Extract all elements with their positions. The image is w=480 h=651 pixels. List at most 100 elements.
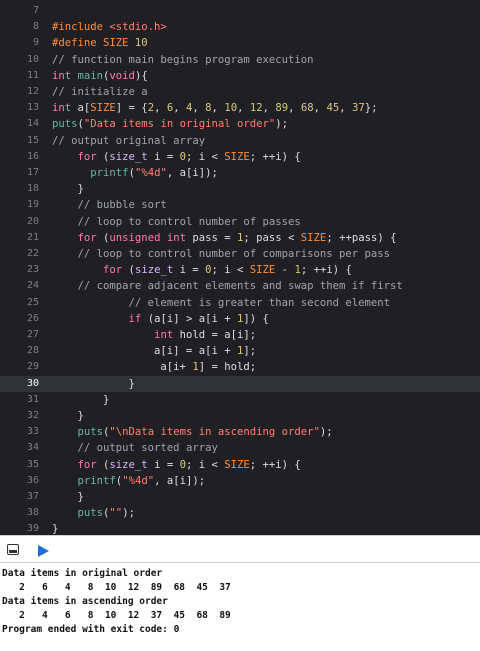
code-line[interactable]: 11 int main(void){ — [0, 68, 480, 84]
code-token: void — [109, 69, 135, 82]
code-text: a[i] = a[i + 1]; — [52, 343, 256, 359]
code-token: puts — [77, 426, 104, 439]
code-text: } — [52, 521, 58, 535]
line-number: 28 — [26, 345, 39, 357]
code-line[interactable]: 10 // function main begins program execut… — [0, 52, 480, 68]
code-line[interactable]: 14 puts("Data items in original order"); — [0, 116, 480, 132]
code-token: // initialize a — [52, 86, 148, 98]
code-token: ; ++i) { — [249, 150, 301, 163]
line-number: 20 — [26, 215, 39, 227]
code-line[interactable]: 28 a[i] = a[i + 1]; — [0, 343, 480, 359]
line-number: 8 — [32, 21, 39, 33]
code-line[interactable]: 27 int hold = a[i]; — [0, 327, 480, 343]
code-token: , — [154, 102, 167, 115]
line-number: 9 — [32, 37, 39, 49]
code-token: } — [52, 377, 135, 390]
code-line[interactable]: 34 // output sorted array — [0, 440, 480, 456]
code-token: i = — [154, 150, 180, 163]
code-line[interactable]: 20 // loop to control number of passes — [0, 214, 480, 230]
code-line[interactable]: 26 if (a[i] > a[i + 1]) { — [0, 311, 480, 327]
code-token: 10 — [134, 37, 148, 50]
code-line[interactable]: 16 for (size_t i = 0; i < SIZE; ++i) { — [0, 149, 480, 165]
code-token: for — [77, 231, 104, 244]
code-line[interactable]: 35 for (size_t i = 0; i < SIZE; ++i) { — [0, 457, 480, 473]
code-token: hold = a[i]; — [179, 329, 257, 341]
code-token: }; — [364, 102, 378, 115]
code-line[interactable]: 9 #define SIZE 10 — [0, 35, 480, 51]
code-line[interactable]: 36 printf("%4d", a[i]); — [0, 473, 480, 489]
code-editor[interactable]: 7 8 #include <stdio.h> 9 #define SIZE 10 10//… — [0, 0, 480, 535]
code-line[interactable]: 21 for (unsigned int pass = 1; pass < SI… — [0, 230, 480, 246]
code-token: // loop to control number of passes — [77, 215, 301, 228]
code-line[interactable]: 38 puts(""); — [0, 505, 480, 521]
code-line[interactable]: 19 // bubble sort — [0, 197, 480, 213]
code-line[interactable]: 22 // loop to control number of comparis… — [0, 246, 480, 262]
code-token: 37 — [351, 102, 365, 115]
code-token: ] = hold; — [198, 361, 257, 374]
line-number: 36 — [26, 474, 39, 486]
code-text: for (unsigned int pass = 1; pass < SIZE;… — [52, 230, 397, 246]
code-token: int — [52, 102, 78, 115]
code-line[interactable]: 7 — [0, 3, 480, 19]
code-token: , a[i]); — [166, 167, 218, 179]
code-token: // compare adjacent elements and swap th… — [77, 280, 403, 293]
code-token: , — [339, 102, 352, 115]
code-token: a[i+ — [52, 361, 193, 374]
code-token: ){ — [134, 69, 148, 82]
code-token: , — [313, 102, 327, 115]
code-text: int hold = a[i]; — [52, 327, 256, 343]
code-line[interactable]: 37 } — [0, 489, 480, 505]
debug-bar — [0, 535, 480, 563]
code-text: // output sorted array — [52, 440, 218, 456]
code-token: // bubble sort — [77, 199, 167, 212]
console-output[interactable]: Data items in original order 2 6 4 8 10 … — [0, 563, 480, 651]
code-token: a[i] = a[i + — [52, 345, 237, 358]
code-line[interactable]: 25 // element is greater than second ele… — [0, 295, 480, 311]
code-line[interactable]: 12 // initialize a — [0, 84, 480, 100]
code-line[interactable]: 33 puts("\nData items in ascending order… — [0, 424, 480, 440]
code-token: printf — [77, 474, 116, 487]
console-line: 2 4 6 8 10 12 37 45 68 89 — [2, 610, 231, 621]
code-line[interactable]: 23 for (size_t i = 0; i < SIZE - 1; ++i)… — [0, 262, 480, 278]
code-line[interactable]: 30 } — [0, 375, 480, 392]
code-token: SIZE — [224, 458, 250, 471]
code-token: a[ — [77, 102, 91, 115]
code-line[interactable]: 15 // output original array — [0, 133, 480, 149]
code-token: 45 — [326, 102, 340, 115]
code-token: int — [154, 329, 180, 341]
code-line[interactable]: 32 } — [0, 408, 480, 424]
code-token: // output sorted array — [77, 442, 218, 455]
code-text: for (size_t i = 0; i < SIZE - 1; ++i) { — [52, 262, 352, 278]
line-number: 16 — [26, 150, 39, 162]
code-line[interactable]: 8 #include <stdio.h> — [0, 19, 480, 35]
code-token: "Data items in original order" — [83, 118, 276, 131]
code-line[interactable]: 24 // compare adjacent elements and swap… — [0, 278, 480, 294]
code-line[interactable]: 39} — [0, 521, 480, 535]
code-token: } — [52, 393, 110, 406]
line-number: 18 — [26, 183, 39, 195]
line-number: 19 — [26, 199, 39, 211]
code-text: puts("Data items in original order"); — [52, 116, 288, 132]
code-token: for — [103, 264, 129, 277]
line-number: 12 — [26, 86, 39, 97]
line-number: 25 — [26, 296, 39, 308]
code-text: // bubble sort — [52, 197, 167, 213]
line-number: 13 — [26, 102, 39, 114]
code-line[interactable]: 29 a[i+ 1] = hold; — [0, 359, 480, 375]
code-token: i = — [179, 264, 206, 277]
code-line[interactable]: 13 int a[SIZE] = {2, 6, 4, 8, 10, 12, 89,… — [0, 100, 480, 116]
code-text: // element is greater than second elemen… — [52, 295, 391, 311]
code-line[interactable]: 18 } — [0, 181, 480, 197]
panel-toggle-icon[interactable] — [7, 544, 19, 555]
code-token: printf — [90, 167, 129, 179]
code-line[interactable]: 17 printf("%4d", a[i]); — [0, 165, 480, 181]
code-token: puts — [52, 118, 78, 131]
code-line[interactable]: 31 } — [0, 392, 480, 408]
code-token: , — [192, 102, 206, 115]
code-token: #define SIZE — [52, 37, 135, 50]
line-number: 17 — [26, 167, 39, 178]
line-number: 22 — [26, 248, 39, 259]
